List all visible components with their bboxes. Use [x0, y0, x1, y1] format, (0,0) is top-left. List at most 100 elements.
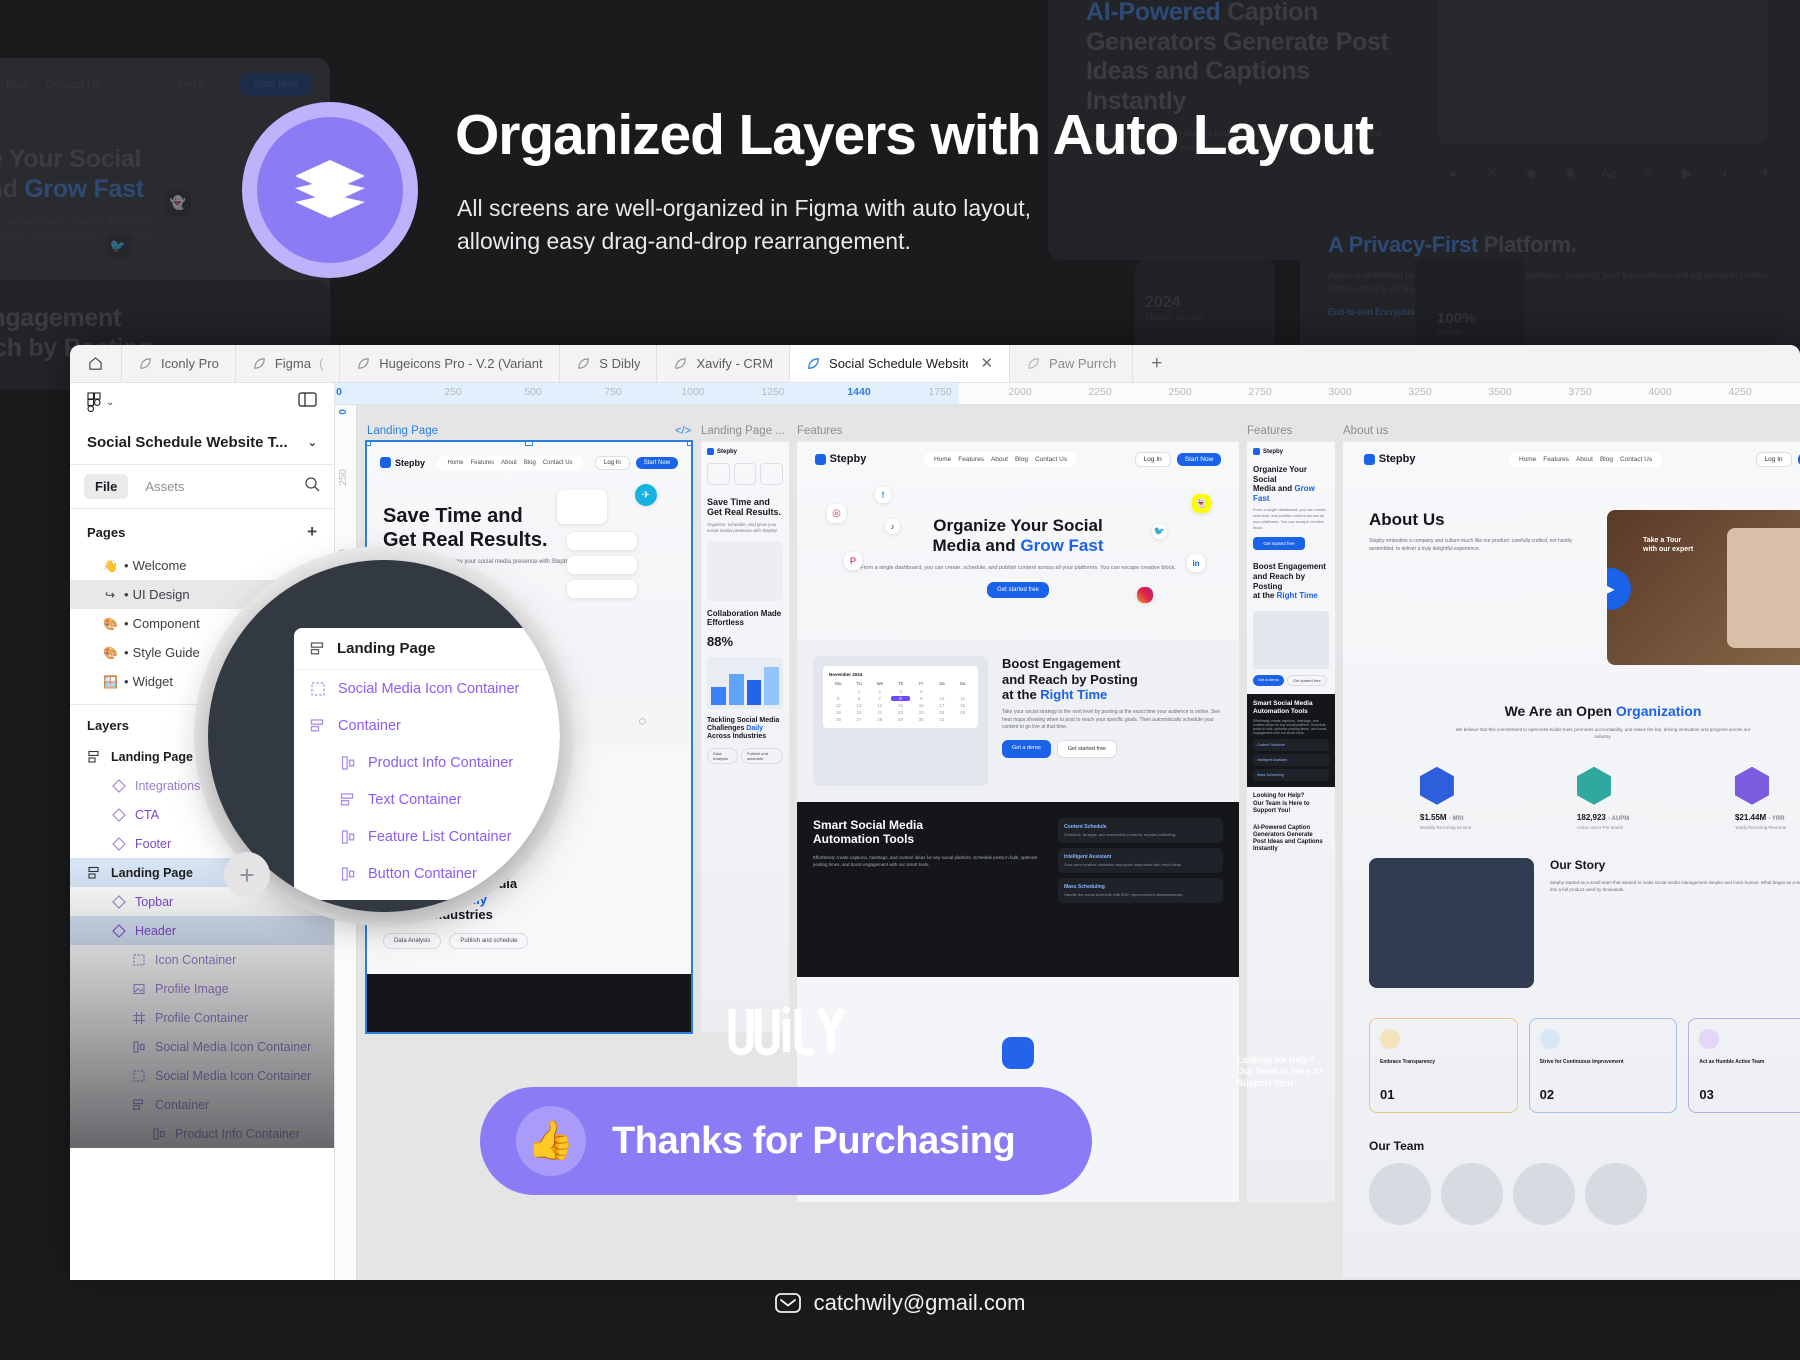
layer-row[interactable]: Profile Image — [70, 974, 334, 1003]
layer-row[interactable]: Container — [70, 1090, 334, 1119]
magnified-layer-row[interactable]: Container — [294, 707, 560, 744]
magnified-layers-panel: Landing Page Social Media Icon Container… — [294, 628, 560, 900]
layer-row[interactable]: Social Media Icon Container — [70, 1061, 334, 1090]
magnified-layer-label: Button Container — [368, 865, 477, 882]
frame-content[interactable]: Stepby Save Time and Get Real Results. Or… — [701, 442, 789, 1032]
mockup-topbar: Stepby Home Features About Blog Contact Us L… — [797, 442, 1239, 476]
cta-label: Thanks for Purchasing — [612, 1119, 1016, 1162]
magnifier-header[interactable]: Landing Page — [294, 628, 560, 670]
component-icon — [112, 894, 126, 909]
window-emoji-icon: 🪟 — [103, 674, 118, 689]
group-icon — [133, 1069, 145, 1082]
layer-label: Social Media Icon Container — [155, 1068, 312, 1083]
image-icon — [133, 983, 145, 994]
mockup-smart-tools: Smart Social Media Automation Tools Effor… — [797, 802, 1239, 977]
frame-icon — [88, 750, 99, 763]
frame-label: Features — [797, 425, 843, 437]
banner-subtitle-line1: All screens are well-organized in Figma … — [457, 195, 1031, 221]
magnified-layer-label: Feature List Container — [368, 828, 512, 845]
layer-row[interactable]: Icon Container — [70, 945, 334, 974]
search-button[interactable] — [304, 476, 320, 497]
frame-features-1[interactable]: Features Stepby Home Features About Blog Con… — [797, 425, 1239, 1202]
pinterest-icon: P — [844, 552, 862, 570]
tab-assets[interactable]: Assets — [134, 474, 195, 499]
chevron-down-icon[interactable]: ⌄ — [308, 436, 317, 449]
magnified-layer-row[interactable]: Product Info Container — [294, 744, 560, 781]
magnified-layer-row[interactable]: Text Container — [294, 781, 560, 818]
magnifier-add-button[interactable]: + — [224, 852, 270, 898]
palette-emoji-icon: 🎨 — [103, 616, 118, 631]
layer-row[interactable]: Product Info Container — [70, 1119, 334, 1148]
layer-row[interactable]: Header — [70, 916, 334, 945]
frame-label: Landing Page — [367, 425, 438, 437]
add-page-button[interactable]: + — [307, 522, 317, 542]
component-icon — [112, 836, 126, 851]
magnified-layer-row[interactable]: Feature List Container — [294, 818, 560, 855]
layer-label: Topbar — [135, 894, 174, 909]
thanks-for-purchasing-button[interactable]: 👍 Thanks for Purchasing — [480, 1087, 1092, 1195]
magnified-layer-label: Text Container — [368, 791, 462, 808]
instagram-icon — [1137, 587, 1153, 603]
telegram-icon: ✈ — [635, 484, 657, 506]
layer-label: Container — [155, 1097, 210, 1112]
frame-landing-page-mobile[interactable]: Landing Page ... Stepby Save Time and Ge… — [701, 425, 789, 1032]
mockup-story: Our Story Stepby started as a small team… — [1343, 830, 1800, 988]
layer-label: CTA — [135, 807, 160, 822]
grid-icon — [133, 1011, 145, 1024]
play-icon[interactable]: ▶ — [1607, 568, 1631, 610]
layer-label: Landing Page — [111, 865, 193, 880]
layers-stack-icon — [295, 160, 365, 218]
tab-file[interactable]: File — [84, 474, 129, 499]
autolayout-v-icon — [310, 641, 324, 654]
ruler-tick: 250 — [338, 469, 349, 486]
frame-about-us[interactable]: About us Stepby Home Features About Blog Con… — [1343, 425, 1800, 1277]
mockup-boost: November 2024 Mo Tu We Th Fr Sa Su 1234 567891… — [797, 640, 1239, 802]
ruler-tick: 0 — [338, 409, 349, 415]
component-icon — [112, 923, 126, 938]
code-icon[interactable]: </> — [675, 425, 691, 437]
mockup-stats: $1.55M - MRI Monthly Recurring Income 18… — [1343, 766, 1800, 830]
mockup-mobile: Stepby Save Time and Get Real Results. Or… — [701, 442, 789, 1032]
mockup-help-callout: Looking for Help? Our Team is Here to Supp… — [1237, 1055, 1322, 1088]
page-label: UI Design — [124, 587, 190, 602]
frame-label-row: About us — [1343, 425, 1800, 437]
group-icon — [311, 681, 325, 696]
component-icon — [112, 778, 126, 793]
snapchat-icon: 👻 — [1192, 494, 1211, 513]
mockup-card — [567, 556, 637, 574]
magnified-layer-row[interactable]: Social Media Icon Container — [294, 670, 560, 707]
frame-label: Landing Page ... — [701, 425, 785, 437]
magnified-layer-label: Social Media Icon Container — [338, 680, 520, 697]
layer-label: Footer — [135, 836, 172, 851]
file-name-row[interactable]: Social Schedule Website T... ⌄ — [70, 421, 334, 465]
component-icon — [112, 807, 126, 822]
mockup-values: Embrace Transparency 01 Strive for Conti… — [1343, 988, 1800, 1113]
layer-row[interactable]: Social Media Icon Container — [70, 1032, 334, 1061]
layer-row[interactable]: Profile Container — [70, 1003, 334, 1032]
frame-content[interactable]: Stepby Home Features About Blog Contact Us L… — [1343, 442, 1800, 1277]
sidebar-tabs: File Assets — [70, 465, 334, 509]
arrow-emoji-icon: ↪ — [104, 587, 116, 602]
layer-label: Icon Container — [155, 952, 237, 967]
frame-label: Features — [1247, 425, 1293, 437]
autolayout-v-icon — [310, 718, 324, 731]
banner-subtitle-line2: allowing easy drag-and-drop rearrangemen… — [457, 228, 911, 255]
page-item-welcome[interactable]: 👋 Welcome — [70, 551, 334, 580]
frame-label-row: Landing Page ... — [701, 425, 789, 437]
autolayout-h-icon — [341, 755, 355, 770]
autolayout-h-icon — [133, 1040, 145, 1053]
wave-emoji-icon: 👋 — [103, 558, 118, 573]
footer-email: catchwily@gmail.com — [813, 1290, 1026, 1315]
mockup-video-thumb[interactable]: Take a Tour with our expert ▶ — [1607, 510, 1800, 665]
banner-subtitle: All screens are well-organized in Figma … — [457, 192, 1357, 259]
layer-label: Social Media Icon Container — [155, 1039, 312, 1054]
frame-icon — [88, 866, 99, 879]
mockup-card — [567, 532, 637, 550]
autolayout-h-icon — [341, 829, 355, 844]
facebook-icon: f — [875, 487, 891, 503]
magnified-layer-row[interactable]: Button Container — [294, 855, 560, 892]
magnifier-header-label: Landing Page — [337, 640, 436, 657]
pages-heading: Pages — [87, 524, 126, 540]
autolayout-h-icon — [153, 1127, 165, 1140]
frame-label: About us — [1343, 425, 1389, 437]
